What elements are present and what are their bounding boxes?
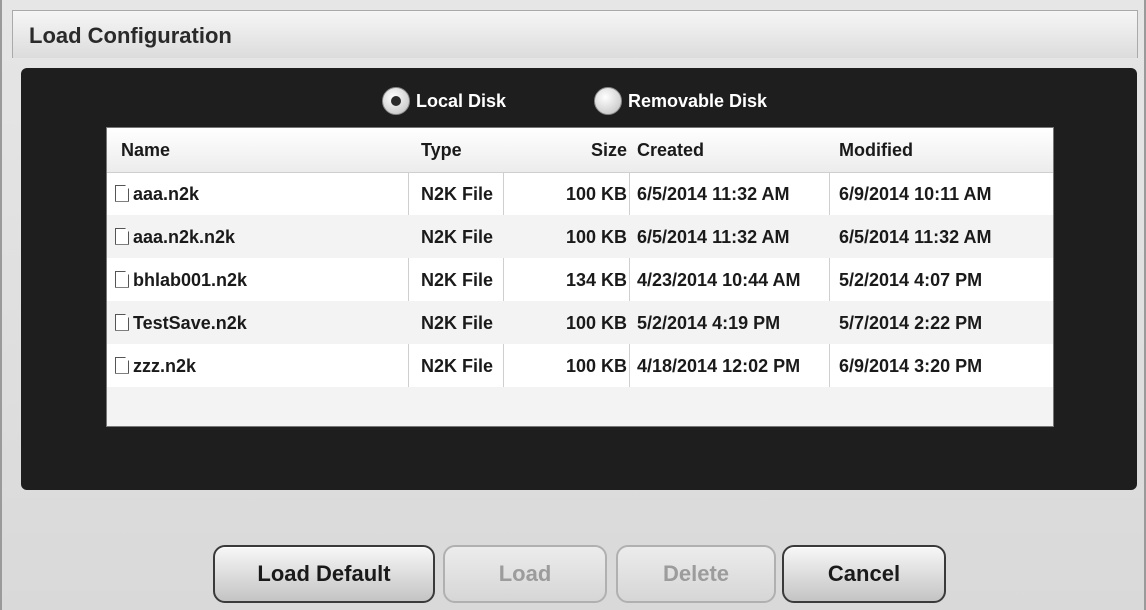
file-created: 6/5/2014 11:32 AM [637, 227, 790, 247]
table-row[interactable]: aaa.n2k.n2k N2K File 100 KB 6/5/2014 11:… [107, 215, 1053, 258]
load-default-button[interactable]: Load Default [213, 545, 435, 603]
file-modified: 6/5/2014 11:32 AM [839, 227, 992, 247]
radio-checked-icon[interactable] [382, 87, 410, 115]
load-button[interactable]: Load [443, 545, 607, 603]
file-created: 4/23/2014 10:44 AM [637, 270, 801, 290]
table-header-row: Name Type Size Created Modified [107, 128, 1053, 173]
file-type: N2K File [421, 313, 494, 333]
column-header-name[interactable]: Name [121, 128, 170, 172]
table-row[interactable]: TestSave.n2k N2K File 100 KB 5/2/2014 4:… [107, 301, 1053, 344]
file-size: 134 KB [565, 270, 627, 290]
file-name: TestSave.n2k [133, 313, 247, 333]
file-size: 100 KB [565, 227, 627, 247]
file-name: aaa.n2k.n2k [133, 227, 236, 247]
file-size: 100 KB [565, 184, 627, 204]
file-type: N2K File [421, 270, 494, 290]
file-type: N2K File [421, 356, 494, 376]
delete-button[interactable]: Delete [616, 545, 776, 603]
file-created: 6/5/2014 11:32 AM [637, 184, 790, 204]
load-configuration-dialog: Load Configuration Local Disk Removable … [0, 0, 1146, 610]
file-table: Name Type Size Created Modified aaa.n2k … [106, 127, 1054, 427]
column-header-modified[interactable]: Modified [839, 128, 913, 172]
column-header-type[interactable]: Type [421, 128, 462, 172]
file-icon [115, 270, 129, 288]
file-modified: 5/7/2014 2:22 PM [839, 313, 983, 333]
file-type: N2K File [421, 184, 494, 204]
dialog-title: Load Configuration [29, 23, 232, 48]
file-name: aaa.n2k [133, 184, 200, 204]
file-created: 5/2/2014 4:19 PM [637, 313, 781, 333]
radio-removable-disk-label: Removable Disk [628, 90, 768, 111]
column-header-size[interactable]: Size [505, 128, 627, 172]
radio-removable-disk[interactable]: Removable Disk [594, 86, 767, 116]
cancel-button[interactable]: Cancel [782, 545, 946, 603]
file-created: 4/18/2014 12:02 PM [637, 356, 801, 376]
file-type: N2K File [421, 227, 494, 247]
table-row[interactable]: aaa.n2k N2K File 100 KB 6/5/2014 11:32 A… [107, 172, 1053, 215]
file-modified: 6/9/2014 10:11 AM [839, 184, 992, 204]
file-name: zzz.n2k [133, 356, 197, 376]
file-icon [115, 184, 129, 202]
radio-unchecked-icon[interactable] [594, 87, 622, 115]
radio-local-disk[interactable]: Local Disk [382, 86, 506, 116]
file-name: bhlab001.n2k [133, 270, 248, 290]
file-modified: 6/9/2014 3:20 PM [839, 356, 983, 376]
table-row[interactable]: zzz.n2k N2K File 100 KB 4/18/2014 12:02 … [107, 344, 1053, 387]
file-modified: 5/2/2014 4:07 PM [839, 270, 983, 290]
file-size: 100 KB [565, 356, 627, 376]
file-icon [115, 227, 129, 245]
radio-local-disk-label: Local Disk [416, 90, 507, 111]
table-row[interactable]: bhlab001.n2k N2K File 134 KB 4/23/2014 1… [107, 258, 1053, 301]
file-icon [115, 356, 129, 374]
title-bar: Load Configuration [12, 10, 1138, 58]
column-header-created[interactable]: Created [637, 128, 704, 172]
file-icon [115, 313, 129, 331]
file-size: 100 KB [565, 313, 627, 333]
table-row-empty [107, 387, 1053, 426]
